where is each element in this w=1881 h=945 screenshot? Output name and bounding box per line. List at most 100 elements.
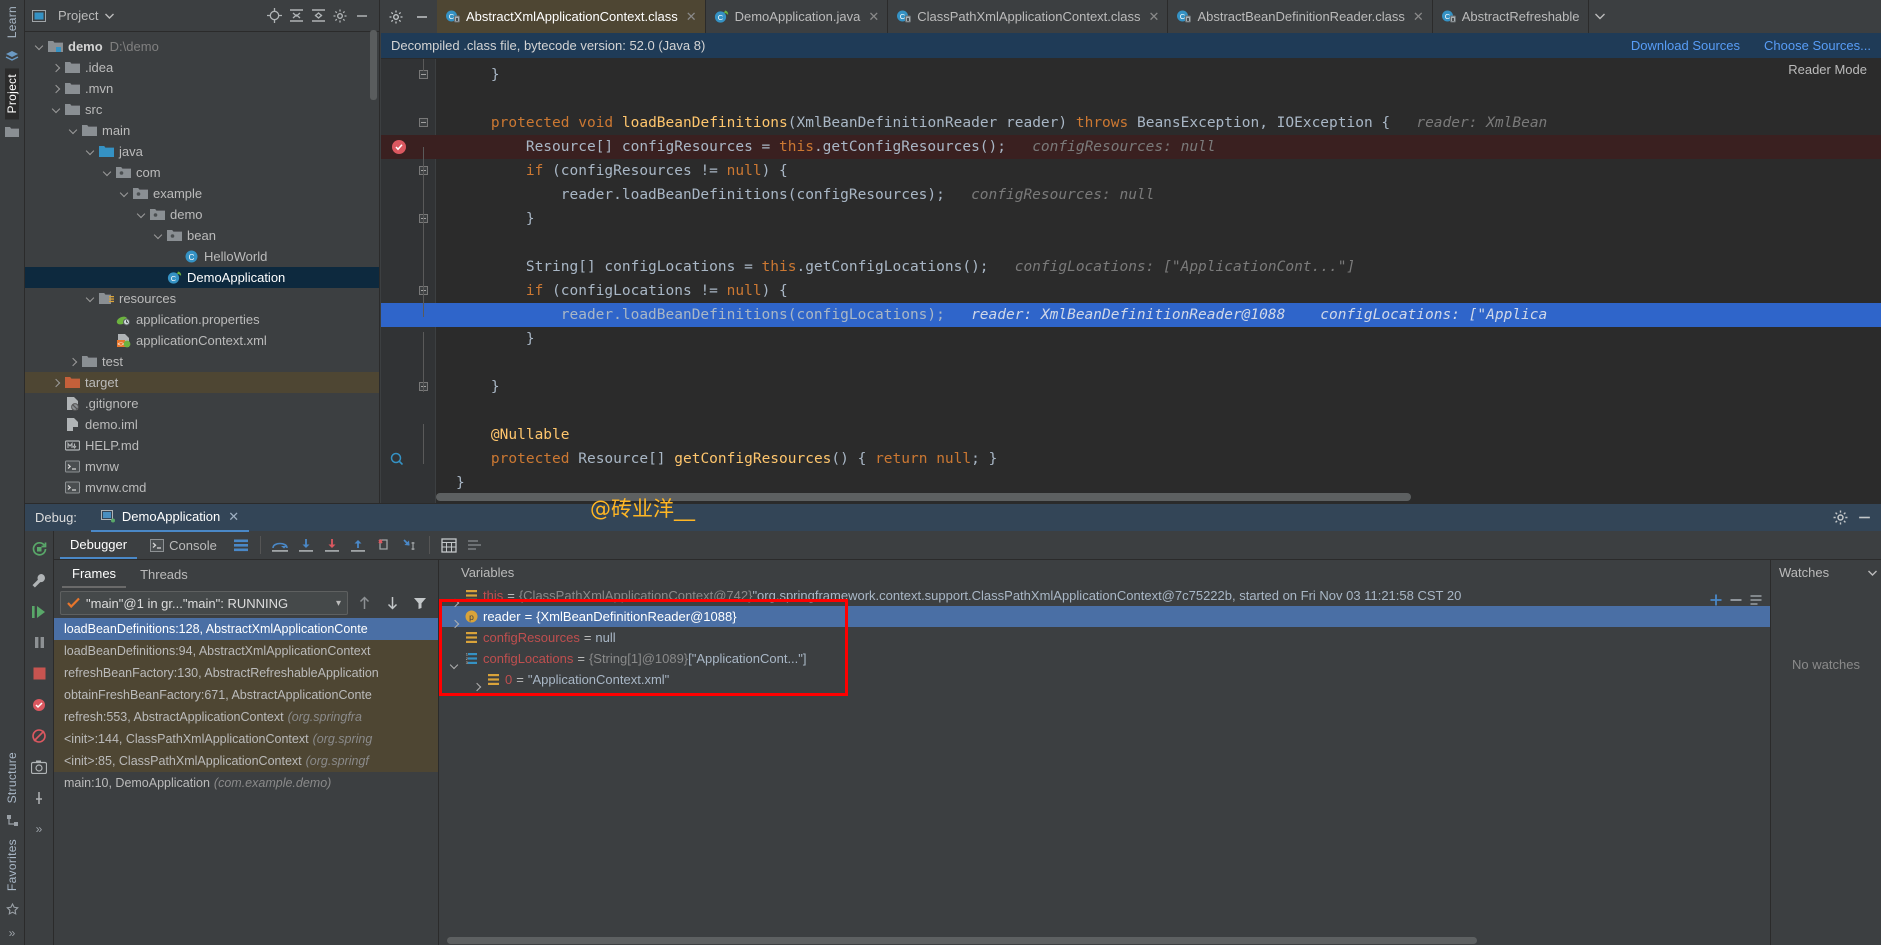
code-line[interactable]: } <box>419 375 1881 399</box>
chevron-down-icon[interactable] <box>135 208 148 221</box>
tree-item-helloworld[interactable]: C HelloWorld <box>25 246 379 267</box>
chevron-down-icon[interactable] <box>50 103 63 116</box>
tree-item--idea[interactable]: .idea <box>25 57 379 78</box>
expand-rail-icon[interactable]: » <box>0 921 25 945</box>
chevron-down-icon[interactable] <box>118 187 131 200</box>
tab-console[interactable]: Console <box>139 532 227 559</box>
code-line[interactable] <box>436 231 1881 255</box>
gear-icon[interactable] <box>329 5 351 27</box>
chevron-down-icon[interactable] <box>84 145 97 158</box>
code-fold-icon[interactable] <box>419 118 428 127</box>
expand-debug-rail-icon[interactable]: » <box>25 814 54 843</box>
chevron-down-icon[interactable] <box>33 40 46 53</box>
remove-watch-icon[interactable] <box>1729 593 1743 607</box>
tree-item-demo-iml[interactable]: demo.iml <box>25 414 379 435</box>
code-line[interactable] <box>436 351 1881 375</box>
structure-icon[interactable] <box>0 809 25 833</box>
editor-tab-demoapplication-java[interactable]: C DemoApplication.java ✕ <box>706 0 889 33</box>
code-line[interactable]: } <box>419 207 1881 231</box>
tree-item-demoapplication[interactable]: C DemoApplication <box>25 267 379 288</box>
tree-item-demo[interactable]: demo <box>25 204 379 225</box>
variables-horizontal-scrollbar[interactable] <box>447 937 1477 944</box>
variables-tree[interactable]: this = {ClassPathXmlApplicationContext@742… <box>439 585 1770 945</box>
tree-item-target[interactable]: target <box>25 372 379 393</box>
code-line[interactable]: String[] configLocations = this.getConfi… <box>436 255 1881 279</box>
tree-item-com[interactable]: com <box>25 162 379 183</box>
tree-item-demo[interactable]: demo D:\demo <box>25 36 379 57</box>
tab-threads[interactable]: Threads <box>130 561 198 588</box>
stack-frame-row[interactable]: loadBeanDefinitions:94, AbstractXmlAppli… <box>54 640 438 662</box>
collapse-watch-icon[interactable] <box>1749 593 1763 607</box>
chevron-right-icon[interactable] <box>67 355 80 368</box>
frame-up-icon[interactable] <box>352 591 376 615</box>
variable-row[interactable]: configResources = null <box>439 627 1770 648</box>
chevron-down-icon[interactable] <box>152 229 165 242</box>
stack-frame-row[interactable]: refresh:553, AbstractApplicationContext … <box>54 706 438 728</box>
stack-frame-row[interactable]: <init>:144, ClassPathXmlApplicationConte… <box>54 728 438 750</box>
camera-icon[interactable] <box>25 752 54 781</box>
code-line[interactable] <box>436 399 1881 423</box>
settings-list-icon[interactable] <box>463 533 487 557</box>
frame-down-icon[interactable] <box>380 591 404 615</box>
code-line[interactable]: } <box>419 63 1881 87</box>
wrench-icon[interactable] <box>25 566 54 595</box>
override-method-icon[interactable] <box>390 452 404 466</box>
code-line[interactable]: Resource[] configResources = this.getCon… <box>381 135 1881 159</box>
variable-row[interactable]: 0 = "ApplicationContext.xml" <box>439 669 1770 690</box>
project-tree-scrollbar[interactable] <box>370 30 377 100</box>
code-line[interactable]: if (configLocations != null) { <box>419 279 1881 303</box>
chevron-down-icon[interactable] <box>84 292 97 305</box>
rail-item-project[interactable]: Project <box>5 68 19 120</box>
debug-minimize-icon[interactable] <box>1853 507 1875 529</box>
step-out-icon[interactable] <box>346 533 370 557</box>
chevron-right-icon[interactable] <box>50 61 63 74</box>
rail-item-learn[interactable]: Learn <box>5 0 19 44</box>
editor-tab-abstractbeandefinitionreader-class[interactable]: C AbstractBeanDefinitionReader.class ✕ <box>1168 0 1433 33</box>
rail-item-favorites[interactable]: Favorites <box>5 833 19 897</box>
chevron-right-icon[interactable] <box>50 376 63 389</box>
tree-item-mvnw-cmd[interactable]: mvnw.cmd <box>25 477 379 498</box>
mute-breakpoints-icon[interactable] <box>25 721 54 750</box>
evaluate-expression-icon[interactable] <box>437 533 461 557</box>
learn-icon[interactable] <box>0 44 25 68</box>
tree-item-help-md[interactable]: HELP.md <box>25 435 379 456</box>
resume-icon[interactable] <box>25 597 54 626</box>
code-line[interactable]: if (configResources != null) { <box>419 159 1881 183</box>
stack-frame-row[interactable]: refreshBeanFactory:130, AbstractRefresha… <box>54 662 438 684</box>
code-line[interactable]: reader.loadBeanDefinitions(configLocatio… <box>381 303 1881 327</box>
editor-gear-icon[interactable] <box>383 6 409 28</box>
tree-item-pom-xml[interactable]: m pom.xml <box>25 498 379 502</box>
stack-frame-row[interactable]: loadBeanDefinitions:128, AbstractXmlAppl… <box>54 618 438 640</box>
reader-mode-label[interactable]: Reader Mode <box>1788 62 1867 77</box>
tree-item-src[interactable]: src <box>25 99 379 120</box>
stack-frame-row[interactable]: <init>:85, ClassPathXmlApplicationContex… <box>54 750 438 772</box>
code-line[interactable]: reader.loadBeanDefinitions(configResourc… <box>436 183 1881 207</box>
editor-horizontal-scrollbar[interactable] <box>436 493 1411 501</box>
step-into-icon[interactable] <box>294 533 318 557</box>
variable-row[interactable]: this = {ClassPathXmlApplicationContext@742… <box>439 585 1770 606</box>
tree-item--gitignore[interactable]: .gitignore <box>25 393 379 414</box>
editor-tabs-overflow-icon[interactable] <box>1589 0 1611 33</box>
run-to-cursor-icon[interactable] <box>398 533 422 557</box>
tree-item-test[interactable]: test <box>25 351 379 372</box>
variable-row[interactable]: 1 2 3 configLocations = {String[1]@1089} ["Ap… <box>439 648 1770 669</box>
star-icon[interactable] <box>0 897 25 921</box>
code-line[interactable]: @Nullable <box>436 423 1881 447</box>
rail-item-structure[interactable]: Structure <box>5 746 19 809</box>
collapse-all-icon[interactable] <box>307 5 329 27</box>
stack-frame-row[interactable]: main:10, DemoApplication (com.example.de… <box>54 772 438 794</box>
pause-icon[interactable] <box>25 628 54 657</box>
editor-minimize-icon[interactable] <box>409 6 435 28</box>
add-watch-icon[interactable] <box>1709 593 1723 607</box>
project-file-tree[interactable]: demo D:\demo .idea .mvn src main java com exampl… <box>25 32 379 502</box>
chevron-down-icon[interactable] <box>101 166 114 179</box>
close-icon[interactable]: ✕ <box>1149 9 1160 25</box>
watches-collapse-icon[interactable] <box>1868 570 1877 576</box>
tree-item--mvn[interactable]: .mvn <box>25 78 379 99</box>
tree-item-java[interactable]: java <box>25 141 379 162</box>
tree-item-bean[interactable]: bean <box>25 225 379 246</box>
editor-tab-abstractxmlapplicationcontext-class[interactable]: C AbstractXmlApplicationContext.class ✕ <box>437 0 706 33</box>
stack-frame-row[interactable]: obtainFreshBeanFactory:671, AbstractAppl… <box>54 684 438 706</box>
editor-tab-abstractrefreshable[interactable]: C AbstractRefreshable <box>1433 0 1589 33</box>
tree-item-mvnw[interactable]: mvnw <box>25 456 379 477</box>
